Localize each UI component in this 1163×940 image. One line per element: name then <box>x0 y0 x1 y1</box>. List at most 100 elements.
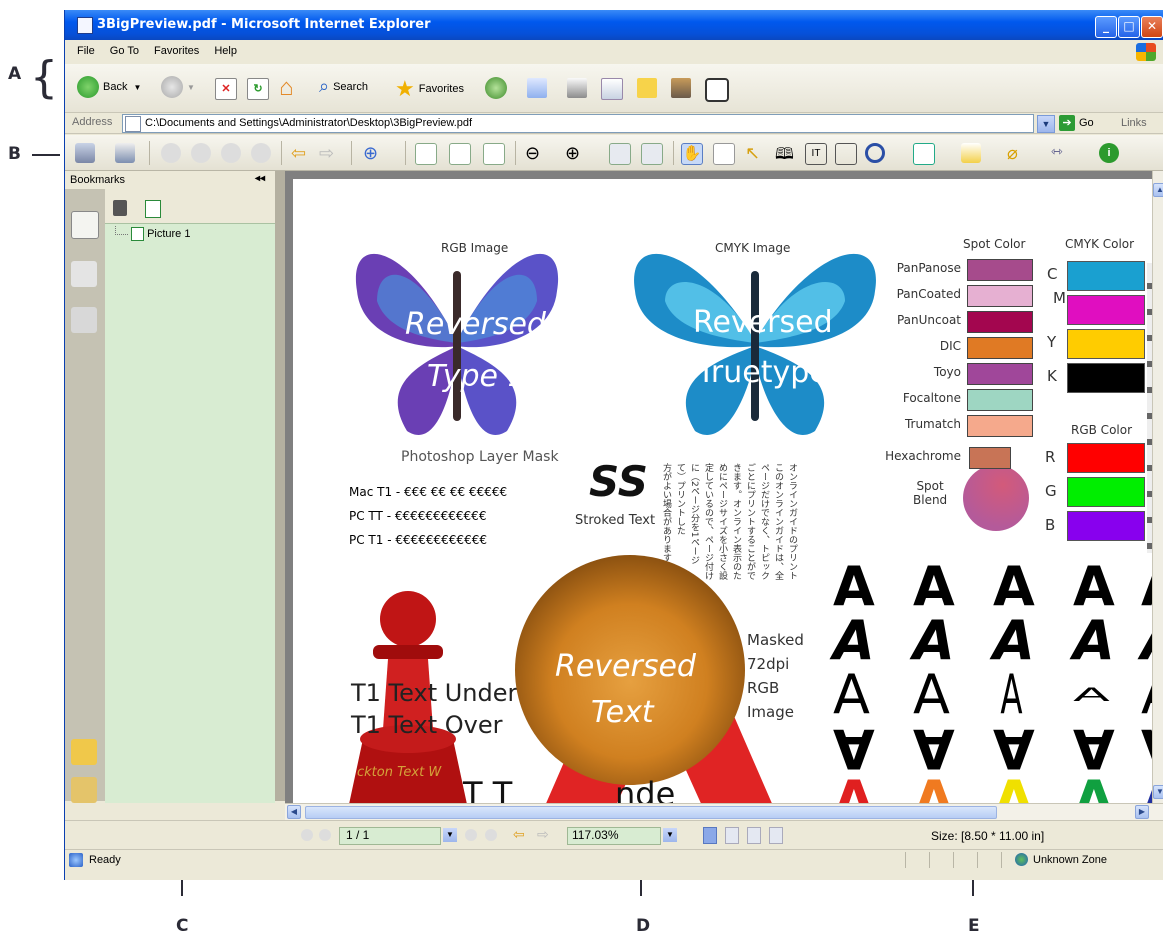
cmyk-butterfly-image <box>634 253 876 435</box>
favorites-button[interactable]: ★ Favorites <box>395 76 464 102</box>
cmyk-image-label: CMYK Image <box>715 241 791 255</box>
select-arrow-icon[interactable]: ↖ <box>745 143 765 163</box>
info-icon[interactable]: i <box>1099 143 1119 163</box>
research-icon[interactable] <box>705 78 729 102</box>
scroll-down-icon[interactable]: ▼ <box>1153 785 1163 799</box>
toolbar-separator <box>405 141 406 165</box>
horizontal-scroll-thumb[interactable] <box>305 806 997 819</box>
menu-favorites[interactable]: Favorites <box>154 45 199 57</box>
circle-icon[interactable] <box>865 143 885 163</box>
horizontal-scrollbar[interactable]: ◀ ▶ <box>285 803 1163 820</box>
zoom-out-icon[interactable]: ⊖ <box>525 143 545 163</box>
last-page-small-icon[interactable] <box>485 829 497 841</box>
zoom-dropdown-icon[interactable]: ▼ <box>663 828 677 842</box>
first-page-small-icon[interactable] <box>301 829 313 841</box>
continuous-layout-icon[interactable] <box>725 827 739 844</box>
stop-icon[interactable]: ✕ <box>215 78 237 100</box>
chevron-down-icon: ▼ <box>187 82 195 92</box>
attachment-icon[interactable]: ⌀ <box>1007 143 1027 163</box>
bookmark-item-picture-1[interactable]: Picture 1 <box>131 227 190 241</box>
save-icon[interactable] <box>75 143 95 163</box>
search-label: Search <box>333 80 368 93</box>
links-button[interactable]: Links <box>1121 117 1147 129</box>
go-arrow-icon[interactable]: ➔ <box>1059 115 1075 131</box>
print-icon[interactable] <box>567 78 587 98</box>
minimize-button[interactable]: _ <box>1095 16 1117 38</box>
layers-tab-icon[interactable] <box>71 307 97 333</box>
masked-label-1: Masked <box>747 631 804 649</box>
refresh-icon[interactable]: ↻ <box>247 78 269 100</box>
rgb-channel-label: G <box>1045 482 1057 500</box>
text-box-icon[interactable] <box>913 143 935 165</box>
bookmarks-tab-icon[interactable] <box>71 211 99 239</box>
next-view-icon[interactable]: ⇨ <box>319 143 339 163</box>
search-button[interactable]: ⌕ Search <box>319 76 368 97</box>
last-page-icon[interactable] <box>251 143 271 163</box>
menu-file[interactable]: File <box>77 45 95 57</box>
pages-tab-icon[interactable] <box>71 261 97 287</box>
continuous-facing-layout-icon[interactable] <box>769 827 783 844</box>
globe-icon <box>1015 853 1028 866</box>
panel-splitter[interactable] <box>275 171 285 801</box>
menu-go-to[interactable]: Go To <box>110 45 139 57</box>
address-field[interactable]: C:\Documents and Settings\Administrator\… <box>122 114 1034 133</box>
next-page-small-icon[interactable] <box>465 829 477 841</box>
notes-icon[interactable] <box>637 78 657 98</box>
back-button[interactable]: Back ▼ <box>77 76 141 98</box>
actual-size-icon[interactable] <box>415 143 437 165</box>
close-button[interactable]: ✕ <box>1141 16 1163 38</box>
print-icon[interactable] <box>115 143 135 163</box>
facing-layout-icon[interactable] <box>747 827 761 844</box>
fit-width-icon[interactable] <box>483 143 505 165</box>
mail-icon[interactable] <box>527 78 547 98</box>
comments-tab-icon[interactable] <box>71 739 97 765</box>
note-icon[interactable] <box>961 143 981 163</box>
home-icon[interactable]: ⌂ <box>279 74 294 102</box>
zoom-field[interactable]: 117.03% <box>567 827 661 845</box>
zoom-in-small-icon[interactable]: ⊕ <box>565 143 585 163</box>
maximize-button[interactable]: □ <box>1118 16 1140 38</box>
page-number-field[interactable]: 1 / 1 <box>339 827 441 845</box>
hand-tool-icon[interactable]: ✋ <box>681 143 703 165</box>
first-page-icon[interactable] <box>161 143 181 163</box>
document-view[interactable]: RGB Image Reversed Type 1 CMYK Image Rev… <box>285 171 1163 803</box>
new-bookmark-icon[interactable] <box>145 200 161 218</box>
zoom-in-icon[interactable]: ⊕ <box>363 143 383 163</box>
rgb-image-label: RGB Image <box>441 241 509 255</box>
forward-view-small-icon[interactable]: ⇨ <box>537 826 549 843</box>
masked-label-4: Image <box>747 703 794 721</box>
trash-icon[interactable] <box>113 200 127 216</box>
edit-icon[interactable] <box>601 78 623 100</box>
vertical-scrollbar[interactable]: ▲ ▼ <box>1152 171 1163 805</box>
forward-button[interactable]: ▼ <box>161 76 195 98</box>
camera-icon[interactable] <box>835 143 857 165</box>
fit-page-icon[interactable] <box>449 143 471 165</box>
next-page-icon[interactable] <box>221 143 241 163</box>
cmyk-channel-label: C <box>1047 265 1058 283</box>
measure-icon[interactable]: ⇿ <box>1051 143 1071 163</box>
back-view-small-icon[interactable]: ⇦ <box>513 826 525 843</box>
history-icon[interactable] <box>485 77 507 99</box>
previous-page-icon[interactable] <box>191 143 211 163</box>
pages-icon[interactable] <box>641 143 663 165</box>
rotate-icon[interactable] <box>609 143 631 165</box>
collapse-panel-button[interactable]: ◂◂ <box>255 173 265 184</box>
address-dropdown-button[interactable]: ▼ <box>1037 115 1055 133</box>
single-page-layout-icon[interactable] <box>703 827 717 844</box>
attachments-tab-icon[interactable] <box>71 777 97 803</box>
text-tool-icon[interactable]: IT <box>805 143 827 165</box>
address-bar: Address C:\Documents and Settings\Admini… <box>65 113 1163 134</box>
previous-page-small-icon[interactable] <box>319 829 331 841</box>
go-button[interactable]: Go <box>1079 117 1094 129</box>
messenger-icon[interactable] <box>671 78 691 98</box>
previous-view-icon[interactable]: ⇦ <box>291 143 311 163</box>
menu-help[interactable]: Help <box>214 45 237 57</box>
bookmark-tree: Picture 1 <box>105 223 275 803</box>
scroll-left-icon[interactable]: ◀ <box>287 805 301 819</box>
scroll-right-icon[interactable]: ▶ <box>1135 805 1149 819</box>
scroll-up-icon[interactable]: ▲ <box>1153 183 1163 197</box>
page-dropdown-icon[interactable]: ▼ <box>443 828 457 842</box>
bookmarks-title: Bookmarks <box>70 174 126 186</box>
snapshot-icon[interactable] <box>713 143 735 165</box>
find-icon[interactable]: 🕮 <box>775 143 795 163</box>
